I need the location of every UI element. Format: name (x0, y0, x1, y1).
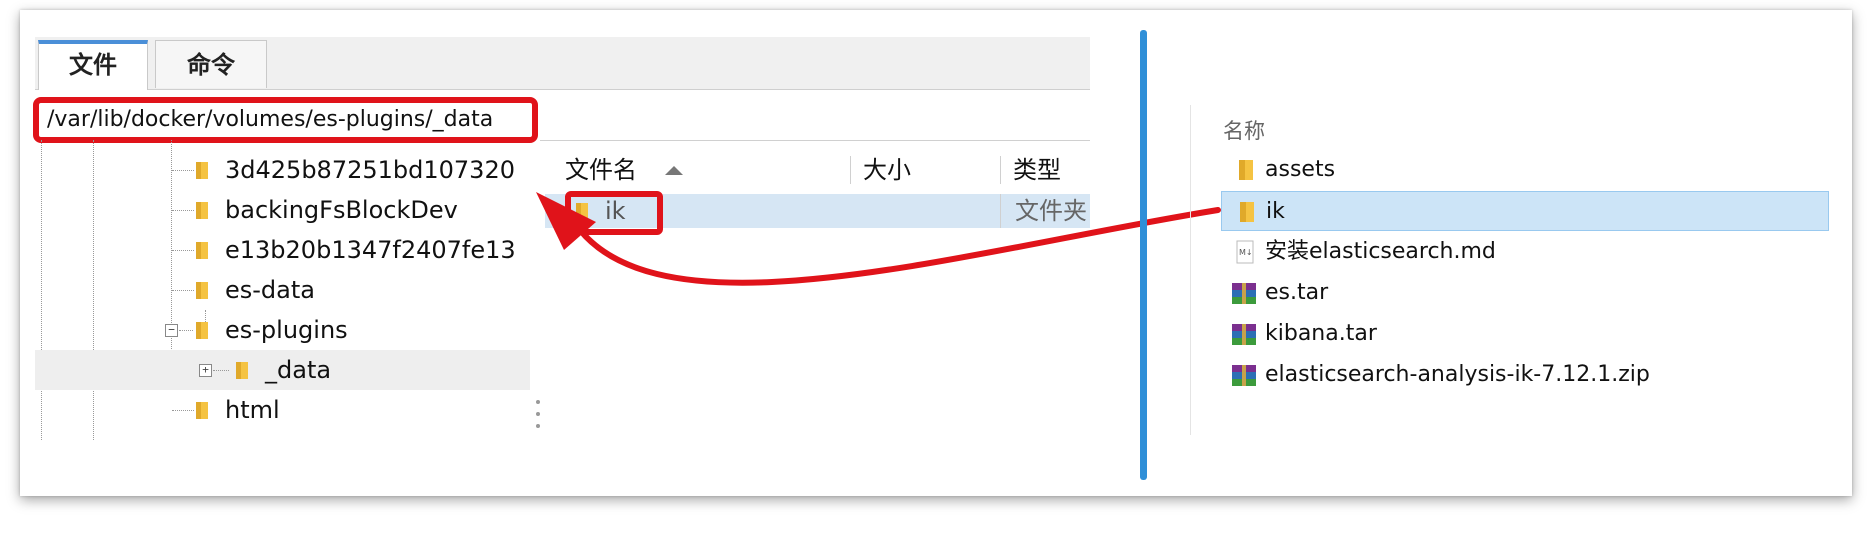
markdown-file-icon: M↓ (1236, 240, 1254, 264)
explorer-item-label: assets (1265, 157, 1336, 182)
column-header-name[interactable]: 名称 (1223, 115, 1265, 145)
explorer-item[interactable]: assets (1221, 150, 1829, 190)
screenshot-card: 文件 命令 /var/lib/docker/volumes/es-plugins… (20, 10, 1852, 496)
section-divider (1140, 30, 1147, 480)
explorer-item-label: ik (1266, 199, 1285, 224)
explorer-item-label: kibana.tar (1265, 321, 1377, 346)
explorer-item[interactable]: kibana.tar (1221, 314, 1829, 354)
winrar-archive-icon (1232, 324, 1256, 345)
explorer-pane: 名称 assets ik M↓ 安装elasticsearch.md es.ta… (1190, 105, 1840, 445)
explorer-item-label: elasticsearch-analysis-ik-7.12.1.zip (1265, 362, 1650, 387)
explorer-item-label: 安装elasticsearch.md (1265, 239, 1496, 264)
winrar-archive-icon (1232, 283, 1256, 304)
explorer-item[interactable]: M↓ 安装elasticsearch.md (1221, 232, 1829, 272)
explorer-item-label: es.tar (1265, 280, 1329, 305)
folder-icon (1239, 160, 1253, 180)
explorer-item[interactable]: elasticsearch-analysis-ik-7.12.1.zip (1221, 355, 1829, 395)
explorer-item-selected[interactable]: ik (1221, 191, 1829, 231)
svg-text:M↓: M↓ (1239, 248, 1253, 257)
drag-arrow-path (577, 207, 1221, 286)
winrar-archive-icon (1232, 365, 1256, 386)
explorer-item[interactable]: es.tar (1221, 273, 1829, 313)
folder-icon (1240, 202, 1254, 222)
